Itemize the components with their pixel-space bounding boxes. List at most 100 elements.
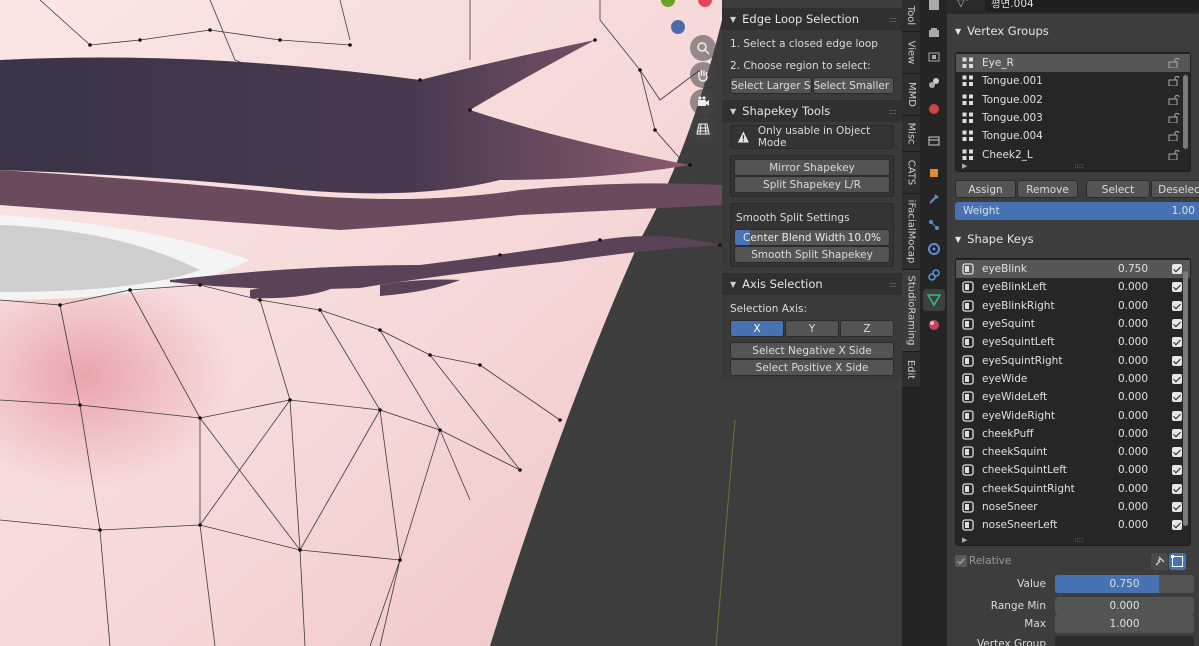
shape-key-value[interactable]: 0.000 xyxy=(1118,428,1148,440)
shape-key-row[interactable]: noseSneer 0.000 xyxy=(956,498,1190,516)
tab-cats[interactable]: CATS xyxy=(902,152,920,194)
shape-key-value[interactable]: 0.000 xyxy=(1118,336,1148,348)
shape-key-value[interactable]: 0.000 xyxy=(1118,483,1148,495)
grid-icon[interactable] xyxy=(690,116,716,142)
collection-properties-icon[interactable] xyxy=(923,130,945,152)
vertex-group-row[interactable]: Tongue.001 xyxy=(956,72,1190,90)
shape-key-mute-checkbox[interactable] xyxy=(1172,483,1182,494)
shape-key-row[interactable]: eyeBlinkLeft 0.000 xyxy=(956,278,1190,296)
lock-icon[interactable] xyxy=(1168,131,1180,142)
shape-key-row[interactable]: eyeWide 0.000 xyxy=(956,370,1190,388)
hand-icon[interactable] xyxy=(690,62,716,88)
lock-icon[interactable] xyxy=(1168,94,1180,105)
shape-key-mute-checkbox[interactable] xyxy=(1172,319,1182,330)
shape-key-row[interactable]: eyeSquintLeft 0.000 xyxy=(956,333,1190,351)
object-properties-icon[interactable] xyxy=(923,162,945,184)
shape-key-row[interactable]: noseSneerLeft 0.000 xyxy=(956,516,1190,534)
shape-key-mute-checkbox[interactable] xyxy=(1172,392,1182,403)
tool-properties-icon[interactable] xyxy=(923,0,945,16)
physics-properties-icon[interactable] xyxy=(923,238,945,260)
3d-viewport[interactable]: ▼ Edge Loop Selection :::: 1. Select a c… xyxy=(0,0,902,646)
lock-icon[interactable] xyxy=(1168,149,1180,160)
list-expand-icon[interactable]: ▶ xyxy=(962,536,967,544)
zoom-icon[interactable] xyxy=(690,35,716,61)
vertex-group-row[interactable]: Eye_R xyxy=(956,54,1190,73)
list-scrollbar[interactable] xyxy=(1183,271,1188,526)
shape-key-mute-checkbox[interactable] xyxy=(1172,337,1182,348)
value-slider[interactable]: 0.750 xyxy=(1055,575,1194,593)
data-properties-icon[interactable] xyxy=(923,289,945,311)
list-resize-grip-icon[interactable]: :::: xyxy=(1074,536,1083,544)
shape-key-value[interactable]: 0.000 xyxy=(1118,318,1148,330)
drag-grip-icon[interactable]: :::: xyxy=(889,107,897,116)
weight-slider[interactable]: Weight 1.00 xyxy=(955,202,1199,220)
vertex-group-row[interactable]: Tongue.004 xyxy=(956,127,1190,145)
shape-key-value[interactable]: 0.000 xyxy=(1118,300,1148,312)
vertex-groups-header[interactable]: ▼ Vertex Groups xyxy=(947,18,1199,44)
tab-mmd[interactable]: MMD xyxy=(902,74,920,116)
shape-key-row[interactable]: cheekSquint 0.000 xyxy=(956,443,1190,461)
assign-button[interactable]: Assign xyxy=(955,180,1016,198)
shape-key-value[interactable]: 0.000 xyxy=(1118,391,1148,403)
vertex-group-field[interactable] xyxy=(1055,636,1194,646)
tab-misc[interactable]: Misc xyxy=(902,116,920,152)
shape-key-value[interactable]: 0.000 xyxy=(1118,373,1148,385)
edit-mode-icon[interactable] xyxy=(1169,553,1186,570)
drag-grip-icon[interactable]: :::: xyxy=(889,15,897,24)
shape-key-mute-checkbox[interactable] xyxy=(1172,447,1182,458)
shape-key-row[interactable]: eyeWideRight 0.000 xyxy=(956,406,1190,424)
vertex-group-row[interactable]: Tongue.002 xyxy=(956,91,1190,109)
shape-key-value[interactable]: 0.000 xyxy=(1118,446,1148,458)
vertex-group-row[interactable]: Tongue.003 xyxy=(956,109,1190,127)
tab-studioraming[interactable]: StudioRaming xyxy=(902,270,920,352)
center-blend-width-slider[interactable]: Center Blend Width 10.0% xyxy=(734,229,890,246)
shape-key-mute-checkbox[interactable] xyxy=(1172,282,1182,293)
list-scrollbar[interactable] xyxy=(1183,75,1188,149)
lock-icon[interactable] xyxy=(1168,58,1180,69)
axis-y-toggle[interactable]: Y xyxy=(785,320,839,337)
range-min-field[interactable]: 0.000 xyxy=(1055,597,1194,615)
shape-key-value[interactable]: 0.000 xyxy=(1118,464,1148,476)
split-shapekey-button[interactable]: Split Shapekey L/R xyxy=(734,176,890,193)
drag-grip-icon[interactable]: :::: xyxy=(889,280,897,289)
shape-key-row[interactable]: eyeWideLeft 0.000 xyxy=(956,388,1190,406)
shape-key-value[interactable]: 0.750 xyxy=(1118,263,1148,275)
constraint-properties-icon[interactable] xyxy=(923,264,945,286)
lock-icon[interactable] xyxy=(1168,76,1180,87)
output-properties-icon[interactable] xyxy=(923,46,945,68)
material-properties-icon[interactable] xyxy=(923,314,945,336)
select-positive-x-button[interactable]: Select Positive X Side xyxy=(730,359,894,376)
edge-loop-header[interactable]: ▼ Edge Loop Selection :::: xyxy=(722,8,902,30)
shape-key-row[interactable]: eyeBlink 0.750 xyxy=(956,260,1190,279)
axis-z-toggle[interactable]: Z xyxy=(840,320,894,337)
shape-key-mute-checkbox[interactable] xyxy=(1172,428,1182,439)
shape-key-mute-checkbox[interactable] xyxy=(1172,410,1182,421)
pin-icon[interactable] xyxy=(1151,553,1168,570)
world-properties-icon[interactable] xyxy=(923,98,945,120)
shape-key-row[interactable]: cheekPuff 0.000 xyxy=(956,425,1190,443)
shape-key-mute-checkbox[interactable] xyxy=(1172,465,1182,476)
shape-key-mute-checkbox[interactable] xyxy=(1172,264,1182,275)
modifier-properties-icon[interactable] xyxy=(923,188,945,210)
shape-key-row[interactable]: cheekSquintRight 0.000 xyxy=(956,480,1190,498)
tab-edit[interactable]: Edit xyxy=(902,352,920,388)
shape-key-row[interactable]: cheekSquintLeft 0.000 xyxy=(956,461,1190,479)
deselect-button[interactable]: Deselect xyxy=(1151,180,1199,198)
smooth-split-button[interactable]: Smooth Split Shapekey xyxy=(734,246,890,263)
shape-key-value[interactable]: 0.000 xyxy=(1118,519,1148,531)
tab-ifacialmocap[interactable]: iFacialMocap xyxy=(902,194,920,270)
view-layer-properties-icon[interactable] xyxy=(923,72,945,94)
select-negative-x-button[interactable]: Select Negative X Side xyxy=(730,342,894,359)
max-field[interactable]: 1.000 xyxy=(1055,615,1194,633)
object-name-field[interactable]: 평면.004 xyxy=(985,0,1199,12)
tab-view[interactable]: View xyxy=(902,32,920,74)
axis-selection-header[interactable]: ▼ Axis Selection :::: xyxy=(722,273,902,295)
particles-properties-icon[interactable] xyxy=(923,214,945,236)
select-button[interactable]: Select xyxy=(1086,180,1150,198)
relative-checkbox[interactable] xyxy=(955,555,967,567)
vertex-group-row[interactable]: Cheek2_L xyxy=(956,145,1190,163)
shapekey-tools-header[interactable]: ▼ Shapekey Tools :::: xyxy=(722,100,902,122)
list-resize-grip-icon[interactable]: :::: xyxy=(1074,162,1083,170)
shape-keys-header[interactable]: ▼ Shape Keys xyxy=(947,226,1199,252)
shape-key-mute-checkbox[interactable] xyxy=(1172,502,1182,512)
